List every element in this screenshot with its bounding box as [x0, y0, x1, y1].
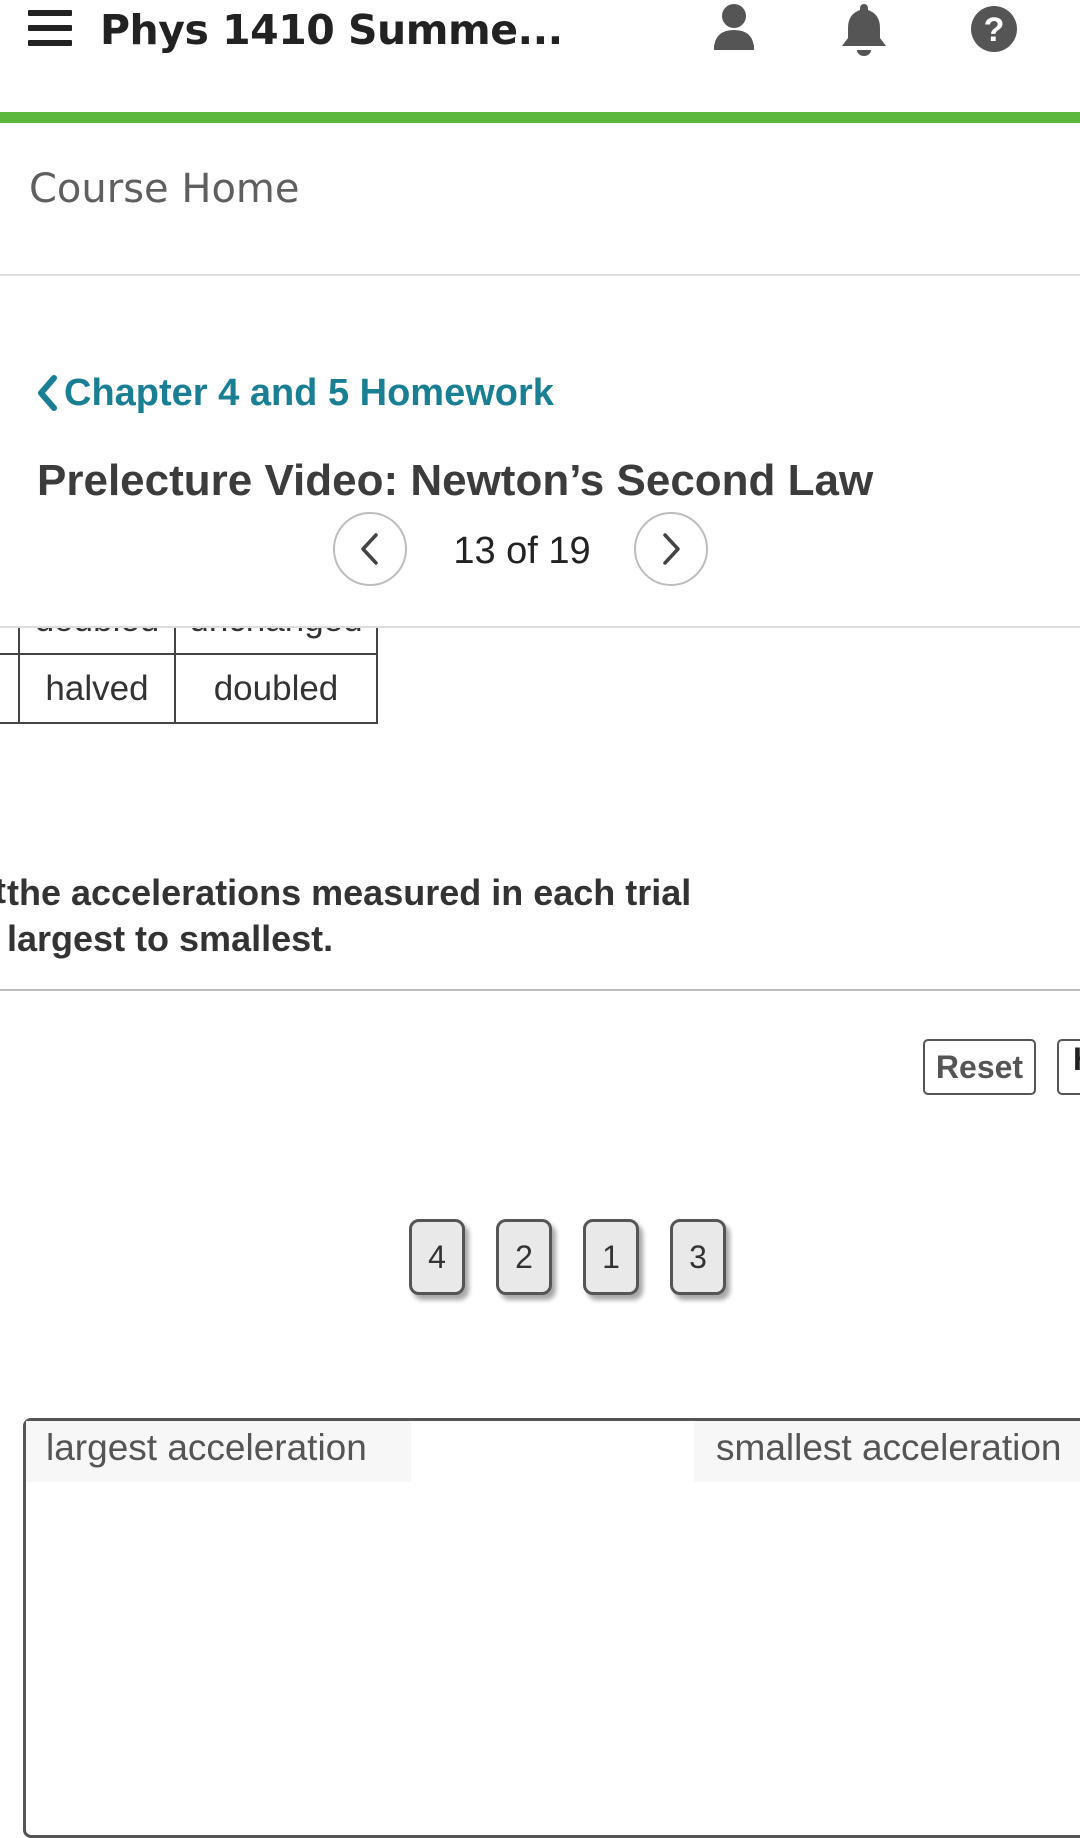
trial-table: doubled unchanged halved doubled: [0, 628, 383, 753]
back-to-assignment-link[interactable]: Chapter 4 and 5 Homework: [36, 368, 554, 418]
table-cell: [0, 628, 20, 655]
course-title: Phys 1410 Summe...: [100, 6, 563, 54]
help-icon[interactable]: ?: [964, 0, 1024, 60]
chevron-right-icon: [663, 533, 680, 565]
question-text-prefix: t: [0, 870, 6, 912]
item-position: 13 of 19: [453, 530, 591, 572]
course-home-link[interactable]: Course Home: [29, 166, 300, 212]
back-link-label: Chapter 4 and 5 Homework: [64, 371, 554, 414]
question-text: the accelerations measured in each trial…: [7, 870, 727, 962]
next-item-button[interactable]: [634, 512, 708, 586]
table-cell: doubled: [18, 628, 176, 655]
header-accent-rule: [0, 112, 1080, 123]
help-button[interactable]: H: [1057, 1039, 1080, 1095]
largest-label: largest acceleration: [26, 1421, 411, 1482]
table-cell: unchanged: [174, 628, 378, 655]
drag-tile[interactable]: 1: [583, 1219, 639, 1295]
svg-text:?: ?: [984, 11, 1005, 49]
chevron-left-icon: [361, 533, 378, 565]
table-row: halved doubled: [0, 653, 378, 724]
largest-label-text: largest acceleration: [46, 1427, 367, 1468]
drag-tile[interactable]: 2: [496, 1219, 552, 1295]
divider: [0, 274, 1080, 276]
smallest-label: smallest acceleration: [694, 1421, 1080, 1482]
question-line: largest to smallest.: [7, 918, 334, 959]
table-cell: doubled: [174, 653, 378, 724]
divider: [0, 989, 1080, 991]
bell-icon[interactable]: [834, 0, 894, 60]
drag-tile[interactable]: 3: [670, 1219, 726, 1295]
table-cell: halved: [18, 653, 176, 724]
table-cell: [0, 653, 20, 724]
chevron-left-icon: [38, 375, 57, 411]
page-title: Prelecture Video: Newton’s Second Law: [37, 456, 874, 505]
user-icon[interactable]: [704, 0, 764, 60]
smallest-label-text: smallest acceleration: [716, 1427, 1062, 1468]
question-line: the accelerations measured in each trial: [7, 872, 692, 913]
hamburger-menu-icon[interactable]: [28, 8, 72, 48]
previous-item-button[interactable]: [333, 512, 407, 586]
table-row: doubled unchanged: [0, 628, 378, 655]
reset-button[interactable]: Reset: [923, 1039, 1036, 1095]
drag-tile[interactable]: 4: [409, 1219, 465, 1295]
